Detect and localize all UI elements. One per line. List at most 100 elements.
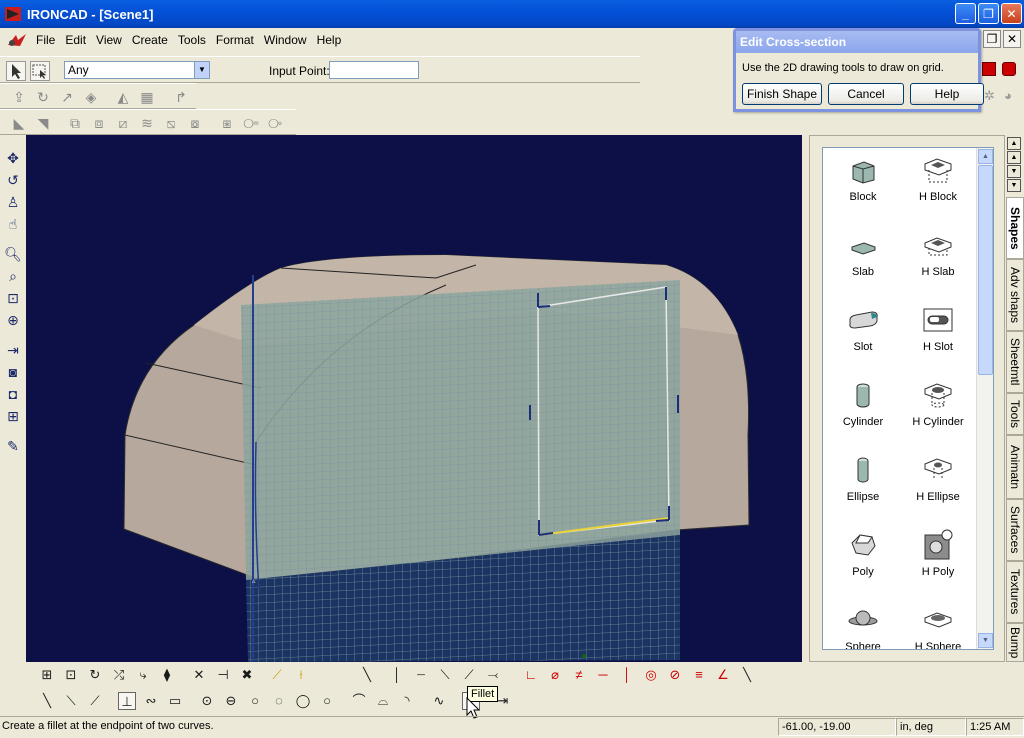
equal-constraint-icon[interactable]: ≠ <box>570 666 588 684</box>
zoom-box-icon[interactable]: ⌕ <box>3 266 23 286</box>
camera-icon[interactable]: ◕ <box>1004 88 1012 103</box>
grid-fit-icon[interactable]: ⊡ <box>62 666 80 684</box>
tab-textures[interactable]: Textures <box>1006 561 1024 623</box>
catalog-item-h-sphere[interactable]: H Sphere <box>898 606 978 649</box>
catalog-item-poly[interactable]: Poly <box>823 531 903 578</box>
zoom-fit-icon[interactable]: ⊡ <box>3 288 23 308</box>
catalog-item-h-ellipse[interactable]: H Ellipse <box>898 456 978 503</box>
tab-adv-shaps[interactable]: Adv shaps <box>1006 259 1024 331</box>
mdi-restore-button[interactable]: ❐ <box>983 30 1001 48</box>
cancel-button[interactable]: Cancel <box>828 83 904 105</box>
zoom-icon[interactable]: 🔍︎ <box>3 244 23 264</box>
tangent-arc-icon[interactable]: ◝ <box>398 692 416 710</box>
tab-bump[interactable]: Bump <box>1006 623 1024 662</box>
catalog-item-block[interactable]: Block <box>823 156 903 203</box>
blend-icon[interactable]: ◭ <box>114 88 132 106</box>
menu-window[interactable]: Window <box>260 31 313 49</box>
menu-format[interactable]: Format <box>212 31 260 49</box>
catalog-item-sphere[interactable]: Sphere <box>823 606 903 649</box>
chamfer-icon[interactable]: ▦ <box>138 88 156 106</box>
assemble-icon[interactable]: ⧃ <box>242 114 260 132</box>
boolean-icon[interactable]: ⧆ <box>218 114 236 132</box>
bezier-icon[interactable]: ∿ <box>430 692 448 710</box>
tab-shapes[interactable]: Shapes <box>1006 197 1024 259</box>
sweep-icon[interactable]: ↗ <box>58 88 76 106</box>
diagonal-line-icon[interactable]: ╲ <box>738 666 756 684</box>
scroll-up-icon[interactable]: ▲ <box>978 149 993 164</box>
catalog-item-h-poly[interactable]: H Poly <box>898 529 978 578</box>
camera-target-icon[interactable]: ◘ <box>3 384 23 404</box>
scroll-thumb[interactable] <box>978 165 993 375</box>
shapes-catalog-list[interactable]: Block H Block Slab H Slab Slot H Slot Cy… <box>822 147 994 650</box>
camera-reset-icon[interactable]: ⊞ <box>3 406 23 426</box>
dashed-line-icon[interactable]: ┈ <box>412 666 430 684</box>
delete-segment-icon[interactable]: ✕ <box>190 666 208 684</box>
spin-icon[interactable]: ↻ <box>34 88 52 106</box>
offset-icon[interactable]: ⤷ <box>134 666 152 684</box>
face-move-icon[interactable]: ◥ <box>34 114 52 132</box>
arc-icon[interactable]: ⌒ <box>350 692 368 710</box>
thread-icon[interactable]: ≋ <box>138 114 156 132</box>
catalog-item-cylinder[interactable]: Cylinder <box>823 381 903 428</box>
scene-canvas[interactable]: ▵ <box>26 135 802 662</box>
split-icon[interactable]: ⧄ <box>114 114 132 132</box>
loft-icon[interactable]: ◈ <box>82 88 100 106</box>
line-icon[interactable]: ╲ <box>38 692 56 710</box>
shell-icon[interactable]: ◣ <box>10 114 28 132</box>
catalog-item-ellipse[interactable]: Ellipse <box>823 456 903 503</box>
tab-tools[interactable]: Tools <box>1006 393 1024 435</box>
group-icon[interactable]: ⧂ <box>266 114 284 132</box>
concentric-constraint-icon[interactable]: ◎ <box>642 666 660 684</box>
perpendicular-line-icon[interactable]: ⊥ <box>118 692 136 710</box>
tab-scroll-next-icon[interactable]: ▼ <box>1007 165 1021 178</box>
bspline-icon[interactable]: ∾ <box>142 692 160 710</box>
tab-scroll-down-icon[interactable]: ▼ <box>1007 179 1021 192</box>
catalog-item-slab[interactable]: Slab <box>823 231 903 278</box>
construction-line-icon[interactable]: ⟍ <box>436 666 454 684</box>
tab-scroll-prev-icon[interactable]: ▲ <box>1007 151 1021 164</box>
tab-sheetmtl[interactable]: Sheetmtl <box>1006 331 1024 393</box>
extrude-icon[interactable]: ⇪ <box>10 88 28 106</box>
sketch-pencil-icon[interactable]: ✎ <box>3 436 23 456</box>
camera-view-icon[interactable]: ◙ <box>3 362 23 382</box>
dimension-icon[interactable]: ⟊ <box>292 666 310 684</box>
selection-filter-dropdown[interactable]: Any ▼ <box>64 61 210 79</box>
hand-icon[interactable]: ☝ <box>3 214 23 234</box>
catalog-item-h-slab[interactable]: H Slab <box>898 231 978 278</box>
minimize-button[interactable]: _ <box>955 3 976 24</box>
orbit-icon[interactable]: ↺ <box>3 170 23 190</box>
tangent-line-icon[interactable]: ⤙ <box>484 666 502 684</box>
catalog-item-h-block[interactable]: H Block <box>898 156 978 203</box>
tab-surfaces[interactable]: Surfaces <box>1006 499 1024 561</box>
3d-viewport[interactable]: ▵ <box>26 135 802 662</box>
project-icon[interactable]: ⧫ <box>158 666 176 684</box>
trim-icon[interactable]: ⤮ <box>110 666 128 684</box>
mirror-icon[interactable]: ⧈ <box>90 114 108 132</box>
mdi-close-button[interactable]: ✕ <box>1003 30 1021 48</box>
menu-file[interactable]: File <box>32 31 61 49</box>
three-point-circle-icon[interactable]: ○ <box>246 692 264 710</box>
angle-line-icon[interactable]: ⟋ <box>460 666 478 684</box>
grid-snap-icon[interactable]: ⊞ <box>38 666 56 684</box>
menu-help[interactable]: Help <box>313 31 348 49</box>
parallel-constraint-icon[interactable]: ≡ <box>690 666 708 684</box>
catalog-item-h-slot[interactable]: H Slot <box>898 306 978 353</box>
look-at-icon[interactable]: ⊕ <box>3 310 23 330</box>
vertical-line-icon[interactable]: │ <box>388 666 406 684</box>
rotate-grid-icon[interactable]: ↻ <box>86 666 104 684</box>
line-tool-icon[interactable]: ╲ <box>358 666 376 684</box>
tangent-circle-icon[interactable]: ◌ <box>270 692 288 710</box>
walk-icon[interactable]: ⇥ <box>3 340 23 360</box>
polyline-icon[interactable]: ⟋ <box>86 692 104 710</box>
help-button[interactable]: Help <box>910 83 984 105</box>
ellipse-tool-icon[interactable]: ◯ <box>294 692 312 710</box>
select-arrow-tool[interactable] <box>6 61 26 81</box>
menu-create[interactable]: Create <box>128 31 174 49</box>
catalog-item-h-cylinder[interactable]: H Cylinder <box>898 381 978 428</box>
vertical-constraint-icon[interactable]: │ <box>618 666 636 684</box>
menu-view[interactable]: View <box>92 31 128 49</box>
tangent-constraint-icon[interactable]: ⌀ <box>546 666 564 684</box>
extend-icon[interactable]: ⊣ <box>214 666 232 684</box>
angle-constraint-icon[interactable]: ∠ <box>714 666 732 684</box>
pan-icon[interactable]: ♙ <box>3 192 23 212</box>
